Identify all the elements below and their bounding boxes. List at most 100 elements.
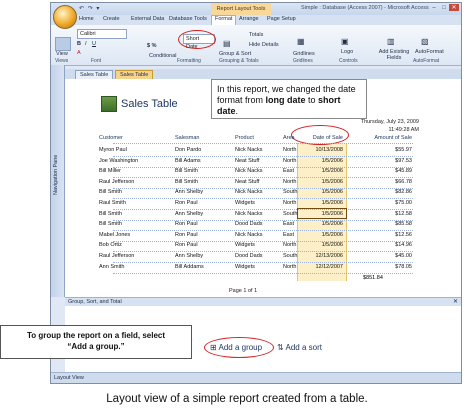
table-cell[interactable]: 1/5/2006 bbox=[299, 179, 343, 185]
table-cell[interactable]: Don Pardo bbox=[175, 147, 201, 153]
add-fields-icon[interactable]: ▥ bbox=[387, 37, 395, 46]
table-cell[interactable]: 1/5/2006 bbox=[299, 158, 343, 164]
table-cell[interactable]: $66.78 bbox=[368, 179, 412, 185]
table-cell[interactable]: Dood Dads bbox=[235, 253, 263, 259]
table-cell[interactable]: South bbox=[283, 211, 297, 217]
table-cell[interactable]: Nick Nacks bbox=[235, 211, 263, 217]
table-cell[interactable]: Dood Dads bbox=[235, 221, 263, 227]
add-existing-fields-button[interactable]: Add Existing Fields bbox=[377, 49, 411, 61]
table-cell[interactable]: South bbox=[283, 189, 297, 195]
table-cell[interactable]: Neat Stuff bbox=[235, 158, 259, 164]
maximize-icon[interactable]: □ bbox=[439, 5, 449, 11]
table-cell[interactable]: Ann Shelby bbox=[175, 211, 203, 217]
table-cell[interactable]: Ann Smith bbox=[99, 264, 124, 270]
table-cell[interactable]: Raul Jefferson bbox=[99, 179, 134, 185]
font-color-icon[interactable]: A bbox=[77, 50, 81, 56]
table-cell[interactable]: 10/13/2008 bbox=[299, 147, 343, 153]
table-cell[interactable]: $45.89 bbox=[368, 168, 412, 174]
table-cell[interactable]: $55.97 bbox=[368, 147, 412, 153]
table-cell[interactable]: $45.00 bbox=[368, 253, 412, 259]
navigation-pane[interactable]: Navigation Pane bbox=[51, 65, 65, 297]
add-sort-button[interactable]: ⇅ Add a sort bbox=[277, 343, 322, 352]
table-cell[interactable]: Widgets bbox=[235, 242, 255, 248]
table-cell[interactable]: 1/5/2006 bbox=[299, 221, 343, 227]
table-cell[interactable]: $14.96 bbox=[368, 242, 412, 248]
table-cell[interactable]: $78.05 bbox=[368, 264, 412, 270]
table-cell[interactable]: $12.58 bbox=[368, 211, 412, 217]
table-cell[interactable]: Nick Nacks bbox=[235, 168, 263, 174]
totals-button[interactable]: Totals bbox=[249, 32, 263, 38]
tab-page-setup[interactable]: Page Setup bbox=[267, 16, 296, 22]
close-icon[interactable]: ✕ bbox=[449, 4, 459, 11]
table-cell[interactable]: North bbox=[283, 242, 296, 248]
table-cell[interactable]: Bill Smith bbox=[175, 179, 198, 185]
table-cell[interactable]: Nick Nacks bbox=[235, 189, 263, 195]
logo-icon[interactable]: ▣ bbox=[341, 37, 349, 46]
table-cell[interactable]: Ron Paul bbox=[175, 221, 198, 227]
bold-icon[interactable]: B bbox=[77, 41, 81, 47]
tab-database-tools[interactable]: Database Tools bbox=[169, 16, 207, 22]
currency-icon[interactable]: $ % bbox=[147, 43, 156, 49]
table-cell[interactable]: North bbox=[283, 200, 296, 206]
table-cell[interactable]: Bill Smith bbox=[99, 211, 122, 217]
table-cell[interactable]: Nick Nacks bbox=[235, 147, 263, 153]
italic-icon[interactable]: I bbox=[85, 41, 87, 47]
report-time[interactable]: 11:49:28 AM bbox=[389, 127, 419, 133]
close-pane-icon[interactable]: ✕ bbox=[453, 298, 458, 306]
tab-create[interactable]: Create bbox=[103, 16, 120, 22]
table-cell[interactable]: Bill Miller bbox=[99, 168, 121, 174]
group-sort-button[interactable]: Group & Sort bbox=[219, 51, 251, 57]
table-cell[interactable]: $75.00 bbox=[368, 200, 412, 206]
tab-home[interactable]: Home bbox=[79, 16, 94, 22]
table-cell[interactable]: 1/5/2006 bbox=[299, 242, 343, 248]
font-name-combo[interactable]: Calibri bbox=[77, 29, 127, 39]
add-group-button[interactable]: ⊞ Add a group bbox=[210, 343, 262, 352]
tab-external-data[interactable]: External Data bbox=[131, 16, 164, 22]
table-cell[interactable]: Ann Shelby bbox=[175, 253, 203, 259]
report-title[interactable]: Sales Table bbox=[121, 98, 178, 110]
table-cell[interactable]: Nick Nacks bbox=[235, 232, 263, 238]
gridlines-button[interactable]: Gridlines bbox=[293, 51, 315, 57]
table-cell[interactable]: South bbox=[283, 253, 297, 259]
table-cell[interactable]: 1/5/2006 bbox=[299, 232, 343, 238]
table-cell[interactable]: Bill Smith bbox=[175, 168, 198, 174]
table-cell[interactable]: Bill Addams bbox=[175, 264, 204, 270]
table-cell[interactable]: Widgets bbox=[235, 200, 255, 206]
report-date[interactable]: Thursday, July 23, 2009 bbox=[361, 119, 419, 125]
autoformat-icon[interactable]: ▧ bbox=[421, 37, 429, 46]
table-cell[interactable]: Ann Shelby bbox=[175, 189, 203, 195]
gridlines-icon[interactable]: ▦ bbox=[297, 37, 305, 46]
view-icon[interactable] bbox=[55, 37, 71, 51]
office-button[interactable] bbox=[53, 5, 77, 29]
table-cell[interactable]: East bbox=[283, 221, 294, 227]
group-sort-icon[interactable]: ▤ bbox=[223, 39, 231, 48]
table-cell[interactable]: North bbox=[283, 179, 296, 185]
table-cell[interactable]: Ron Paul bbox=[175, 200, 198, 206]
table-cell[interactable]: 1/5/2006 bbox=[299, 200, 343, 206]
table-cell[interactable]: North bbox=[283, 264, 296, 270]
table-cell[interactable]: $82.86 bbox=[368, 189, 412, 195]
table-cell[interactable]: $12.56 bbox=[368, 232, 412, 238]
table-cell[interactable]: East bbox=[283, 168, 294, 174]
table-cell[interactable]: 1/5/2006 bbox=[299, 189, 343, 195]
autoformat-button[interactable]: AutoFormat bbox=[415, 49, 444, 55]
table-cell[interactable]: Myron Paul bbox=[99, 147, 127, 153]
table-cell[interactable]: Joe Washington bbox=[99, 158, 138, 164]
table-cell[interactable]: East bbox=[283, 232, 294, 238]
table-cell[interactable]: Bill Adams bbox=[175, 158, 201, 164]
tab-arrange[interactable]: Arrange bbox=[239, 16, 259, 22]
table-cell[interactable]: Bill Smith bbox=[99, 221, 122, 227]
hide-details-button[interactable]: Hide Details bbox=[249, 42, 279, 48]
table-cell[interactable]: Widgets bbox=[235, 264, 255, 270]
logo-button[interactable]: Logo bbox=[341, 49, 353, 55]
minimize-icon[interactable]: – bbox=[429, 5, 439, 11]
table-cell[interactable]: Ron Paul bbox=[175, 242, 198, 248]
table-cell[interactable]: North bbox=[283, 147, 296, 153]
table-cell[interactable]: 1/5/2006 bbox=[299, 168, 343, 174]
conditional-button[interactable]: Conditional bbox=[149, 53, 177, 59]
table-cell[interactable]: Raul Smith bbox=[99, 200, 126, 206]
table-cell[interactable]: Raul Jefferson bbox=[99, 253, 134, 259]
table-cell[interactable]: Bill Smith bbox=[99, 189, 122, 195]
table-cell[interactable]: Neat Stuff bbox=[235, 179, 259, 185]
report-total[interactable]: $851.84 bbox=[363, 275, 383, 281]
